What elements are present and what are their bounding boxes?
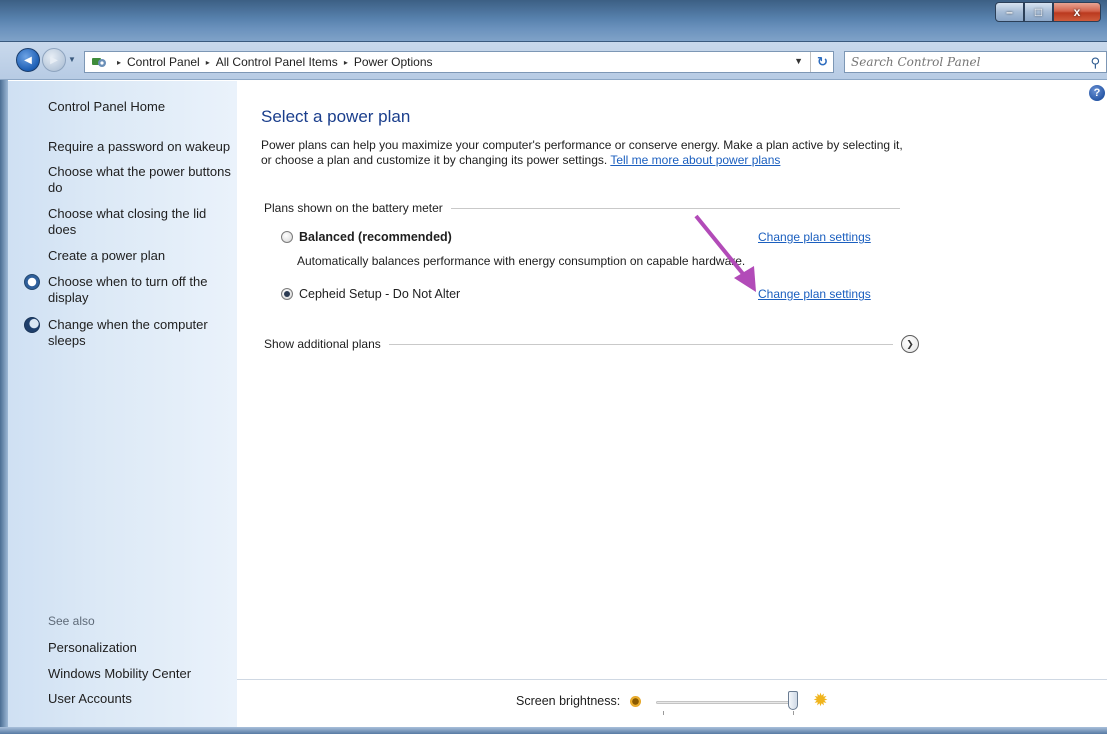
bright-sun-icon: ✹	[813, 690, 829, 710]
forward-button[interactable]: ▶	[42, 48, 66, 72]
computer-sleeps-link[interactable]: Change when the computer sleeps	[48, 317, 234, 349]
power-buttons-link[interactable]: Choose what the power buttons do	[48, 164, 234, 196]
breadcrumb-all-items[interactable]: All Control Panel Items	[216, 55, 338, 69]
plans-group-label: Plans shown on the battery meter	[264, 201, 443, 215]
require-password-link[interactable]: Require a password on wakeup	[48, 139, 234, 155]
intro-text: Power plans can help you maximize your c…	[261, 138, 911, 168]
address-dropdown-icon[interactable]: ▼	[794, 56, 803, 66]
breadcrumb-separator-icon: ▸	[117, 57, 122, 67]
window-border-bottom	[0, 727, 1107, 734]
plan-balanced[interactable]: Balanced (recommended)	[281, 230, 452, 244]
plan-cepheid[interactable]: Cepheid Setup - Do Not Alter	[281, 287, 460, 301]
refresh-button[interactable]: ↻	[810, 52, 834, 72]
minimize-icon: –	[1006, 5, 1013, 19]
mobility-center-link[interactable]: Windows Mobility Center	[48, 666, 234, 682]
window-border-left	[0, 80, 8, 734]
recent-pages-dropdown[interactable]: ▼	[68, 55, 76, 64]
closing-lid-link[interactable]: Choose what closing the lid does	[48, 206, 234, 238]
turn-off-display-link[interactable]: Choose when to turn off the display	[48, 274, 234, 306]
navigation-bar: ◀ ▶ ▼ ▸ Control Panel ▸ All Control Pane…	[0, 42, 1107, 80]
change-plan-settings-balanced[interactable]: Change plan settings	[758, 230, 871, 244]
control-panel-icon	[92, 58, 106, 67]
breadcrumb-control-panel[interactable]: Control Panel	[127, 55, 200, 69]
dim-brightness-icon	[630, 696, 641, 707]
plan-balanced-radio[interactable]	[281, 231, 293, 243]
slider-tick	[793, 711, 794, 715]
breadcrumb-separator-icon[interactable]: ▸	[206, 58, 210, 67]
refresh-icon: ↻	[817, 54, 828, 69]
forward-arrow-icon: ▶	[50, 54, 58, 66]
search-icon[interactable]: ⚲	[1090, 55, 1100, 71]
main-content: ? Select a power plan Power plans can he…	[237, 81, 1107, 727]
address-bar[interactable]: ▸ Control Panel ▸ All Control Panel Item…	[84, 51, 834, 73]
moon-icon	[24, 317, 40, 333]
plan-balanced-description: Automatically balances performance with …	[297, 254, 746, 268]
plans-group-header: Plans shown on the battery meter	[264, 201, 900, 215]
close-button[interactable]: x	[1053, 2, 1101, 22]
back-arrow-icon: ◀	[24, 54, 32, 66]
maximize-button[interactable]: □	[1024, 2, 1053, 22]
brightness-bar: Screen brightness: ✹	[237, 679, 1107, 727]
clock-icon	[24, 274, 40, 290]
see-also-heading: See also	[48, 614, 95, 628]
brightness-slider-thumb[interactable]	[788, 691, 798, 710]
back-button[interactable]: ◀	[16, 48, 40, 72]
plan-balanced-label[interactable]: Balanced (recommended)	[299, 230, 452, 244]
brightness-slider-track[interactable]	[656, 701, 796, 704]
annotation-arrow-icon	[694, 214, 756, 292]
minimize-button[interactable]: –	[995, 2, 1024, 22]
maximize-icon: □	[1034, 5, 1043, 19]
user-accounts-link[interactable]: User Accounts	[48, 691, 234, 707]
personalization-link[interactable]: Personalization	[48, 640, 234, 656]
control-panel-home-link[interactable]: Control Panel Home	[48, 99, 234, 115]
show-more-divider	[388, 343, 893, 345]
slider-tick	[663, 711, 664, 715]
search-input[interactable]	[851, 55, 1071, 69]
help-icon[interactable]: ?	[1089, 85, 1105, 101]
intro-body: Power plans can help you maximize your c…	[261, 138, 903, 167]
breadcrumb-separator-icon[interactable]: ▸	[344, 58, 348, 67]
task-pane: Control Panel Home Require a password on…	[8, 81, 237, 727]
chevron-down-icon[interactable]: ❯	[901, 335, 919, 353]
show-additional-plans[interactable]: Show additional plans ❯	[264, 335, 919, 353]
group-divider	[450, 207, 900, 209]
title-bar: – □ x	[0, 0, 1107, 42]
tell-me-more-link[interactable]: Tell me more about power plans	[610, 153, 780, 167]
plan-cepheid-radio[interactable]	[281, 288, 293, 300]
close-icon: x	[1073, 5, 1081, 19]
change-plan-settings-cepheid[interactable]: Change plan settings	[758, 287, 871, 301]
create-power-plan-link[interactable]: Create a power plan	[48, 248, 234, 264]
breadcrumb-power-options[interactable]: Power Options	[354, 55, 433, 69]
show-additional-plans-label[interactable]: Show additional plans	[264, 337, 381, 351]
brightness-label: Screen brightness:	[516, 694, 621, 708]
plan-cepheid-label[interactable]: Cepheid Setup - Do Not Alter	[299, 287, 460, 301]
page-title: Select a power plan	[261, 107, 411, 126]
search-box[interactable]: ⚲	[844, 51, 1107, 73]
window-controls: – □ x	[995, 2, 1101, 22]
